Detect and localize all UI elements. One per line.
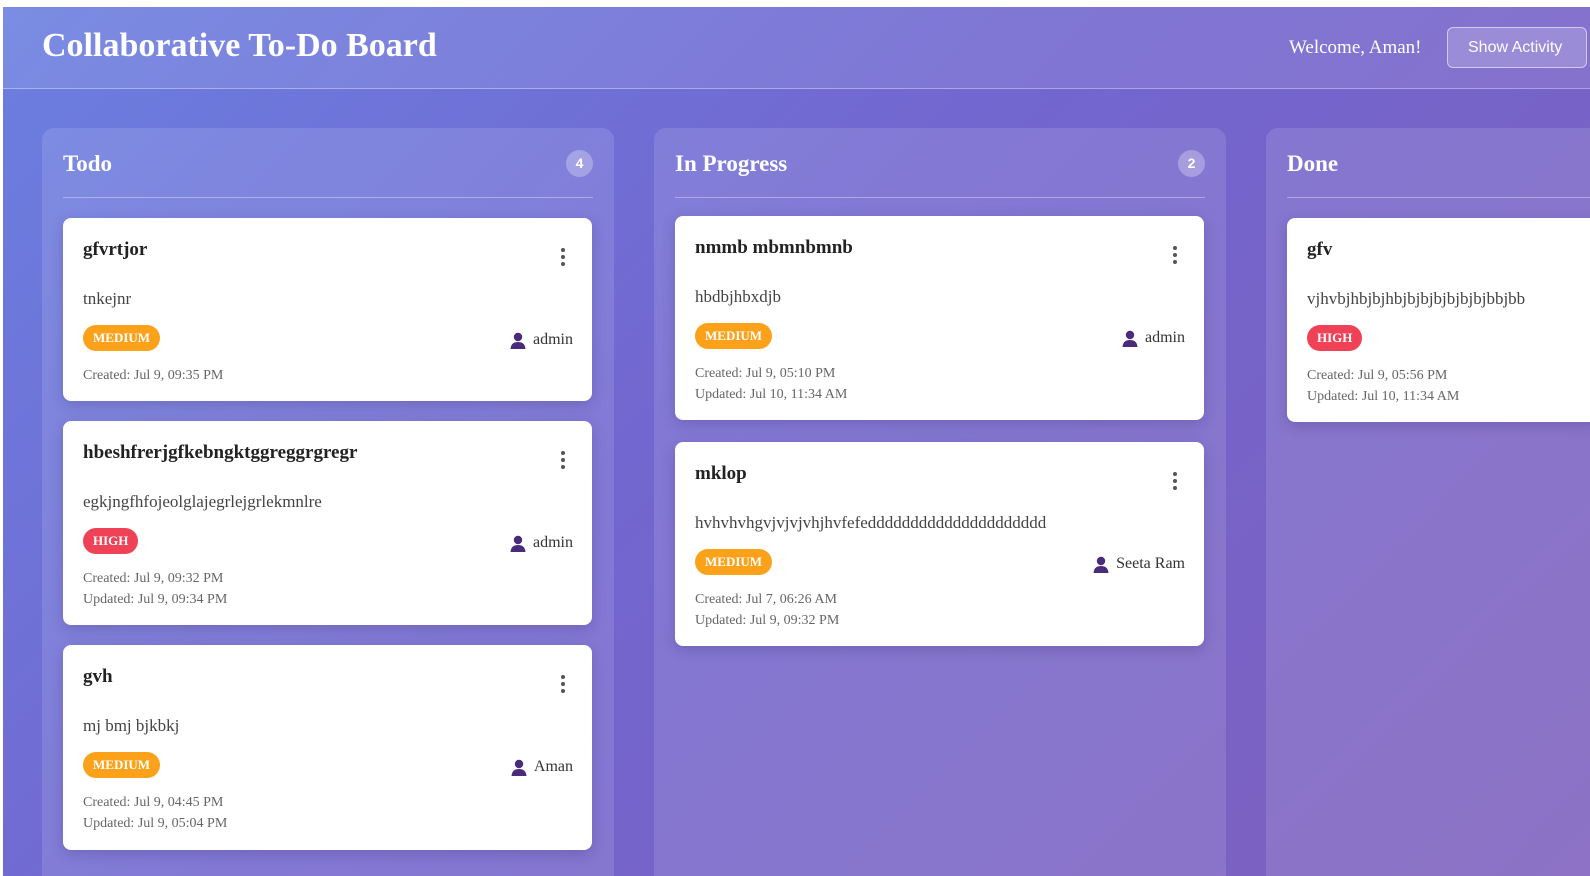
task-title: hbeshfrerjgfkebngktggreggrgregr — [83, 442, 358, 463]
column-count-badge: 2 — [1178, 150, 1205, 177]
column-in-progress: In Progress 2 nmmb mbmnbmnb hbdbjhbxdjb … — [654, 128, 1226, 876]
created-timestamp: Created: Jul 9, 04:45 PM — [83, 795, 224, 810]
task-card[interactable]: mklop hvhvhvhgvjvjvjvhjhvfefeddddddddddd… — [675, 442, 1204, 646]
kebab-menu-icon[interactable] — [1168, 472, 1182, 492]
priority-badge: MEDIUM — [83, 752, 161, 778]
task-description: mj bmj bjkbkj — [83, 716, 180, 735]
person-icon — [510, 332, 526, 349]
task-timestamps: Created: Jul 9, 05:10 PM Updated: Jul 10… — [695, 363, 847, 405]
welcome-message: Welcome, Aman! — [1289, 37, 1422, 58]
task-description: egkjngfhfojeolglajegrlejgrlekmnlre — [83, 492, 322, 511]
assignee-name: admin — [1145, 329, 1185, 346]
task-assignee: admin — [1122, 329, 1185, 347]
board-app: Collaborative To-Do Board Welcome, Aman!… — [3, 7, 1590, 876]
created-timestamp: Created: Jul 9, 09:35 PM — [83, 368, 224, 383]
column-header: Done — [1287, 128, 1590, 198]
assignee-name: Seeta Ram — [1116, 555, 1185, 572]
assignee-name: admin — [533, 331, 573, 348]
created-timestamp: Created: Jul 9, 05:56 PM — [1307, 368, 1448, 383]
task-description: vjhvbjhbjbjhbjbjbjbjbjbjbjbbjbb — [1307, 289, 1526, 308]
updated-timestamp: Updated: Jul 9, 09:34 PM — [83, 592, 228, 607]
task-assignee: admin — [510, 331, 573, 349]
priority-badge: MEDIUM — [695, 549, 773, 575]
task-assignee: admin — [510, 534, 573, 552]
column-title: Done — [1287, 151, 1339, 176]
person-icon — [1093, 556, 1109, 573]
task-timestamps: Created: Jul 7, 06:26 AM Updated: Jul 9,… — [695, 589, 839, 631]
updated-timestamp: Updated: Jul 9, 09:32 PM — [695, 613, 840, 628]
task-description: tnkejnr — [83, 289, 132, 308]
task-timestamps: Created: Jul 9, 05:56 PM Updated: Jul 10… — [1307, 365, 1459, 407]
kebab-menu-icon[interactable] — [556, 248, 570, 268]
person-icon — [511, 759, 527, 776]
task-title: gfv — [1307, 239, 1333, 260]
task-title: gvh — [83, 666, 113, 687]
priority-badge: MEDIUM — [83, 325, 161, 351]
created-timestamp: Created: Jul 9, 05:10 PM — [695, 366, 836, 381]
task-timestamps: Created: Jul 9, 09:32 PM Updated: Jul 9,… — [83, 568, 227, 610]
column-count-badge: 4 — [566, 150, 593, 177]
priority-badge: HIGH — [1307, 325, 1363, 351]
app-title: Collaborative To-Do Board — [42, 27, 437, 64]
task-timestamps: Created: Jul 9, 04:45 PM Updated: Jul 9,… — [83, 792, 227, 834]
task-assignee: Seeta Ram — [1093, 555, 1185, 573]
column-header: Todo 4 — [63, 128, 593, 198]
column-title: In Progress — [675, 151, 788, 176]
column-title: Todo — [63, 151, 113, 176]
column-header: In Progress 2 — [675, 128, 1205, 198]
updated-timestamp: Updated: Jul 10, 11:34 AM — [1307, 389, 1460, 404]
assignee-name: Aman — [533, 758, 573, 775]
priority-badge: MEDIUM — [695, 323, 773, 349]
created-timestamp: Created: Jul 7, 06:26 AM — [695, 592, 837, 607]
kebab-menu-icon[interactable] — [1168, 246, 1182, 266]
updated-timestamp: Updated: Jul 10, 11:34 AM — [695, 387, 848, 402]
column-todo: Todo 4 gfvrtjor tnkejnr MEDIUM admin Cre… — [42, 128, 614, 876]
updated-timestamp: Updated: Jul 9, 05:04 PM — [83, 816, 228, 831]
task-card[interactable]: nmmb mbmnbmnb hbdbjhbxdjb MEDIUM admin C… — [675, 216, 1204, 420]
task-assignee: Aman — [511, 758, 573, 776]
created-timestamp: Created: Jul 9, 09:32 PM — [83, 571, 224, 586]
assignee-name: admin — [533, 534, 573, 551]
task-card[interactable]: hbeshfrerjgfkebngktggreggrgregr egkjngfh… — [63, 421, 592, 625]
kebab-menu-icon[interactable] — [556, 451, 570, 471]
task-card[interactable]: gvh mj bmj bjkbkj MEDIUM Aman Created: J… — [63, 645, 592, 850]
task-timestamps: Created: Jul 9, 09:35 PM — [83, 365, 223, 386]
top-header: Collaborative To-Do Board Welcome, Aman!… — [3, 7, 1590, 89]
task-description: hvhvhvhgvjvjvjvhjhvfefeddddddddddddddddd… — [695, 513, 1047, 532]
person-icon — [1122, 330, 1138, 347]
task-title: mklop — [695, 463, 747, 484]
column-done: Done gfv vjhvbjhbjbjhbjbjbjbjbjbjbjbbjbb… — [1266, 128, 1590, 876]
task-card[interactable]: gfv vjhvbjhbjbjhbjbjbjbjbjbjbjbbjbb HIGH… — [1287, 218, 1590, 422]
task-description: hbdbjhbxdjb — [695, 287, 781, 306]
person-icon — [510, 535, 526, 552]
task-title: nmmb mbmnbmnb — [695, 237, 853, 258]
task-card[interactable]: gfvrtjor tnkejnr MEDIUM admin Created: J… — [63, 218, 592, 401]
task-title: gfvrtjor — [83, 239, 148, 260]
kebab-menu-icon[interactable] — [556, 675, 570, 695]
priority-badge: HIGH — [83, 528, 139, 554]
show-activity-button[interactable]: Show Activity — [1447, 27, 1587, 68]
